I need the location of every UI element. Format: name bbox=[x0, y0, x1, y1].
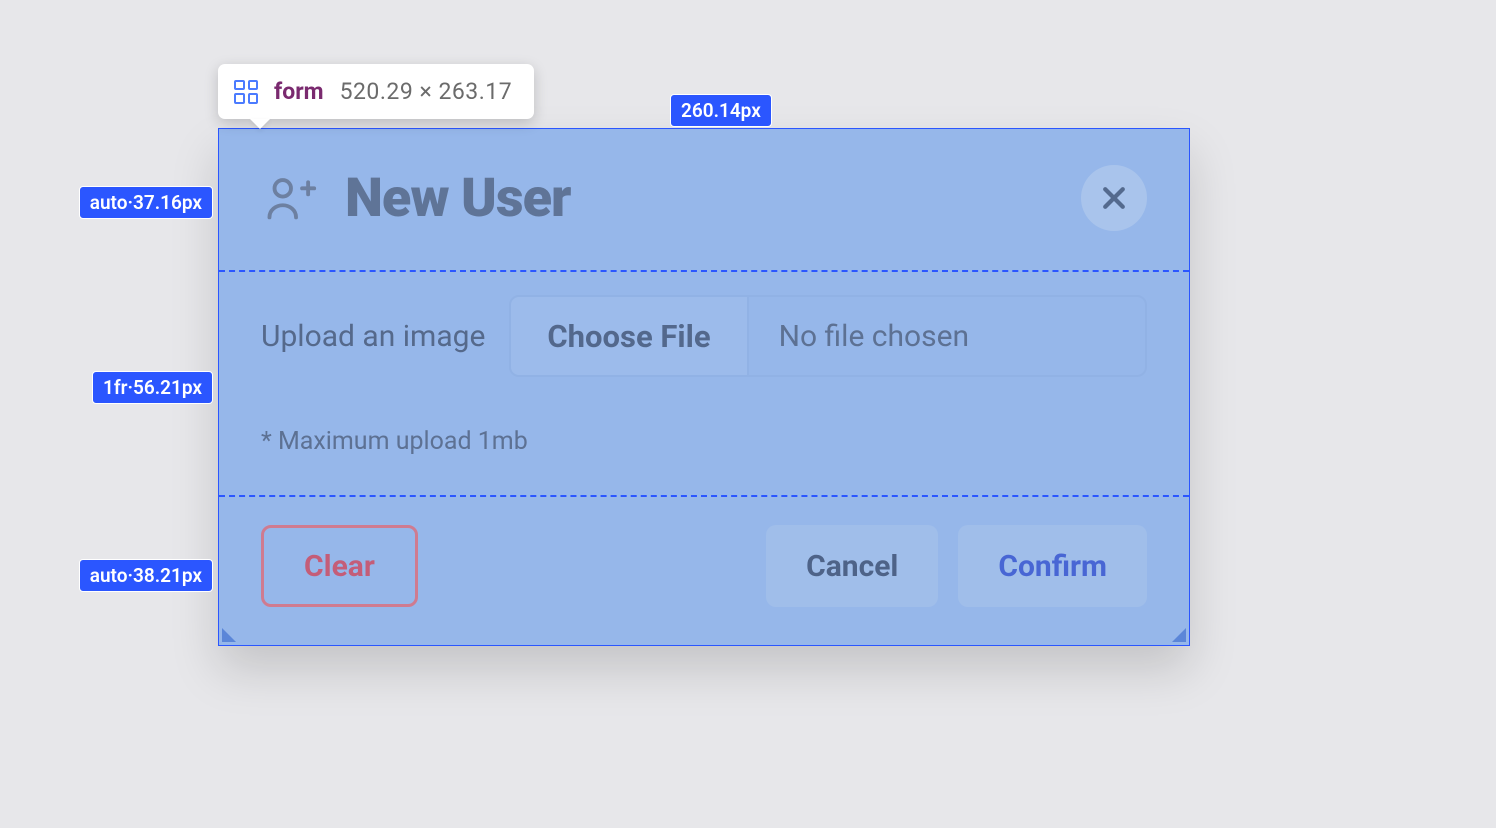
grid-row-size-badge: auto·38.21px bbox=[79, 559, 213, 592]
grid-column-size-badge: 260.14px bbox=[670, 94, 772, 127]
resize-handle-icon bbox=[1172, 628, 1186, 642]
file-input-status: No file chosen bbox=[749, 297, 1145, 375]
upload-hint: * Maximum upload 1mb bbox=[261, 427, 1147, 456]
choose-file-button[interactable]: Choose File bbox=[511, 297, 748, 375]
close-button[interactable] bbox=[1081, 165, 1147, 231]
grid-row-size-badge: 1fr·56.21px bbox=[92, 371, 213, 404]
confirm-button[interactable]: Confirm bbox=[958, 525, 1147, 607]
upload-row: Upload an image Choose File No file chos… bbox=[261, 295, 1147, 377]
grid-icon bbox=[234, 80, 258, 104]
inspected-element-dimensions: 520.29 × 263.17 bbox=[340, 78, 513, 105]
devtools-element-tooltip: form 520.29 × 263.17 bbox=[218, 64, 534, 119]
file-input[interactable]: Choose File No file chosen bbox=[509, 295, 1147, 377]
close-icon bbox=[1099, 183, 1129, 213]
grid-row-size-badge: auto·37.16px bbox=[79, 186, 213, 219]
inspected-element-name: form bbox=[274, 78, 324, 105]
form-actions: Clear Cancel Confirm bbox=[219, 497, 1189, 645]
upload-label: Upload an image bbox=[261, 319, 485, 354]
form-body: Upload an image Choose File No file chos… bbox=[219, 265, 1189, 497]
page-title: New User bbox=[345, 167, 570, 230]
user-plus-icon bbox=[261, 169, 319, 227]
resize-handle-icon bbox=[222, 628, 236, 642]
cancel-button[interactable]: Cancel bbox=[766, 525, 938, 607]
form-header: New User bbox=[219, 129, 1189, 265]
new-user-form: New User Upload an image Choose File No … bbox=[218, 128, 1190, 646]
clear-button[interactable]: Clear bbox=[261, 525, 418, 607]
